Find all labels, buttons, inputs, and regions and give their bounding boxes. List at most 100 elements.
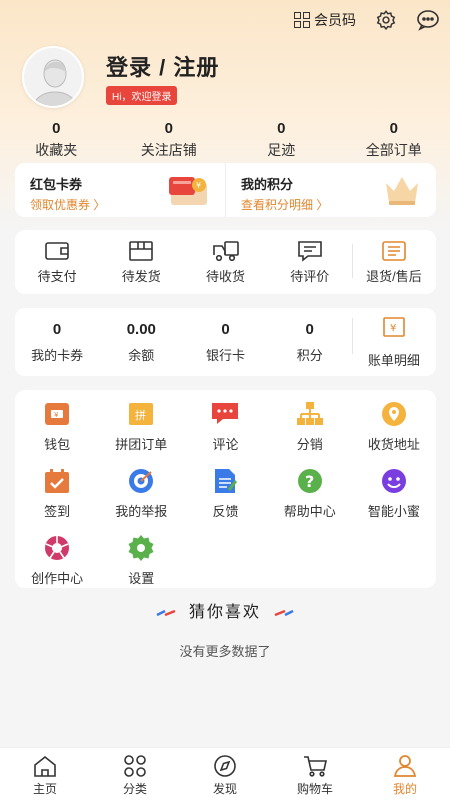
promo-card: 红包卡券 领取优惠券 〉 ¥ 我的积分 查看积分明细 〉	[15, 163, 436, 217]
profile-section: 登录 / 注册 Hi，欢迎登录	[22, 46, 219, 108]
tab-label: 购物车	[296, 782, 333, 796]
order-returns[interactable]: 退货/售后	[351, 240, 436, 285]
gear-icon	[128, 535, 154, 561]
package-icon	[129, 240, 154, 261]
tool-check-in[interactable]: 签到	[15, 467, 99, 520]
tool-distribution[interactable]: 分销	[268, 400, 352, 453]
asset-points[interactable]: 0 积分	[268, 321, 352, 364]
tab-discover[interactable]: 发现	[180, 748, 270, 800]
no-more-data: 没有更多数据了	[179, 644, 271, 659]
target-icon	[129, 469, 154, 493]
asset-bill-details[interactable]: ¥ 账单明细	[351, 316, 436, 369]
gear-icon	[376, 10, 396, 31]
tool-label: 收货地址	[367, 437, 420, 452]
asset-value: 0	[221, 320, 230, 338]
order-label: 待支付	[37, 268, 77, 284]
bottom-tab-bar: 主页 分类 发现 购物车 我的	[0, 747, 450, 800]
compass-icon	[214, 755, 236, 777]
tool-label: 智能小蜜	[367, 504, 420, 519]
member-code-label: 会员码	[314, 12, 356, 28]
guess-title: 猜你喜欢	[188, 604, 261, 621]
svg-text:¥: ¥	[54, 411, 59, 419]
truck-icon	[212, 240, 239, 261]
tool-comments[interactable]: 评论	[183, 400, 267, 453]
help-icon: ?	[297, 469, 322, 493]
tool-wallet[interactable]: ¥ 钱包	[15, 400, 99, 453]
order-pending-payment[interactable]: 待支付	[15, 240, 99, 285]
default-avatar-icon	[24, 48, 82, 106]
asset-label: 银行卡	[206, 347, 246, 363]
asset-value: 0	[305, 320, 314, 338]
tool-label: 分销	[296, 437, 323, 452]
settings-button[interactable]	[374, 8, 398, 32]
asset-my-coupons[interactable]: 0 我的卡券	[15, 321, 99, 364]
distribution-icon	[296, 402, 323, 425]
top-bar: 会员码	[294, 8, 440, 32]
tool-feedback[interactable]: 反馈	[183, 467, 267, 520]
qr-code-icon	[294, 12, 310, 28]
asset-bank-cards[interactable]: 0 银行卡	[183, 321, 267, 364]
svg-text:拼: 拼	[135, 408, 146, 422]
tool-my-reports[interactable]: 我的举报	[99, 467, 183, 520]
svg-text:¥: ¥	[196, 181, 201, 190]
tool-group-orders[interactable]: 拼 拼团订单	[99, 400, 183, 453]
stat-footprints[interactable]: 0 足迹	[225, 120, 338, 160]
tool-label: 拼团订单	[115, 437, 168, 452]
svg-text:¥: ¥	[390, 323, 396, 334]
stat-all-orders[interactable]: 0 全部订单	[338, 120, 450, 160]
stat-count: 0	[389, 120, 398, 137]
stat-count: 0	[52, 120, 61, 137]
assets-card: 0 我的卡券 0.00 余额 0 银行卡 0 积分 ¥ 账单明细	[15, 308, 436, 376]
asset-balance[interactable]: 0.00 余额	[99, 321, 183, 364]
coupon-promo[interactable]: 红包卡券 领取优惠券 〉 ¥	[15, 163, 225, 217]
tool-label: 创作中心	[31, 571, 84, 586]
tool-creation-center[interactable]: 创作中心	[15, 534, 99, 587]
tab-label: 主页	[32, 782, 57, 796]
tab-category[interactable]: 分类	[90, 748, 180, 800]
tool-label: 我的举报	[115, 504, 168, 519]
tool-label: 签到	[44, 504, 71, 519]
tool-settings[interactable]: 设置	[99, 534, 183, 587]
asset-value: 0	[52, 320, 62, 338]
welcome-badge: Hi，欢迎登录	[106, 85, 178, 105]
stat-label: 足迹	[267, 142, 296, 158]
category-icon	[124, 755, 146, 777]
tool-help-center[interactable]: ? 帮助中心	[268, 467, 352, 520]
points-promo[interactable]: 我的积分 查看积分明细 〉	[225, 163, 436, 217]
asset-label: 账单明细	[367, 352, 420, 368]
stat-label: 收藏夹	[35, 142, 78, 158]
order-status-card: 待支付 待发货 待收货 待评价 退货/售后	[15, 230, 436, 294]
avatar[interactable]	[22, 46, 84, 108]
order-label: 待收货	[206, 268, 246, 284]
tool-address[interactable]: 收货地址	[352, 400, 436, 453]
tab-label: 分类	[122, 782, 147, 796]
comment-icon	[297, 240, 322, 262]
order-pending-review[interactable]: 待评价	[268, 240, 352, 285]
order-label: 待发货	[121, 268, 161, 284]
red-envelope-icon: ¥	[169, 177, 207, 205]
tool-smart-assistant[interactable]: 智能小蜜	[352, 467, 436, 520]
order-pending-receipt[interactable]: 待收货	[183, 240, 267, 285]
stat-followed-stores[interactable]: 0 关注店铺	[113, 120, 226, 160]
home-icon	[34, 755, 56, 777]
tab-label: 我的	[392, 782, 417, 796]
tab-home[interactable]: 主页	[0, 748, 90, 800]
login-register-link[interactable]: 登录 / 注册	[106, 50, 219, 82]
stat-favorites[interactable]: 0 收藏夹	[0, 120, 113, 160]
wallet-icon: ¥	[45, 403, 70, 425]
wallet-icon	[45, 241, 69, 260]
asset-label: 我的卡券	[31, 347, 84, 363]
messages-button[interactable]	[416, 8, 440, 32]
asset-label: 积分	[296, 347, 323, 363]
tab-mine[interactable]: 我的	[360, 748, 450, 800]
stat-count: 0	[164, 120, 173, 137]
stat-label: 关注店铺	[140, 142, 197, 158]
order-label: 待评价	[290, 268, 330, 284]
decor-stroke-icon	[274, 609, 295, 616]
order-pending-shipment[interactable]: 待发货	[99, 240, 183, 285]
member-code-button[interactable]: 会员码	[294, 10, 356, 30]
tool-label: 反馈	[212, 504, 239, 519]
chat-bubble-icon	[417, 10, 439, 31]
tool-label: 设置	[128, 571, 155, 586]
tab-cart[interactable]: 购物车	[270, 748, 360, 800]
